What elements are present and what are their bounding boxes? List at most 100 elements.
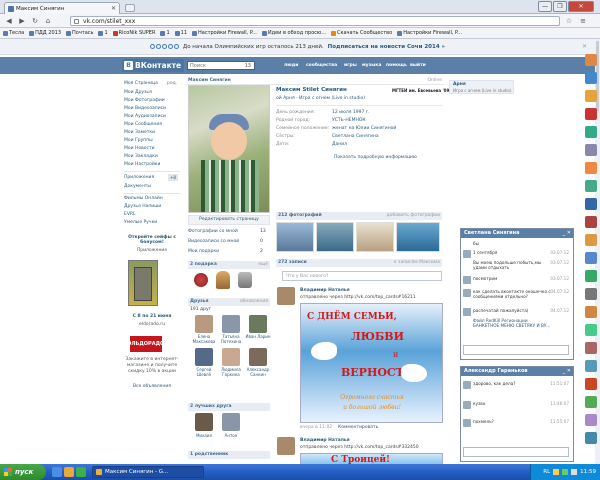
nav-music[interactable]: музыка [362, 63, 381, 68]
greeting-card-image[interactable]: С ДНЁМ СЕМЬИ, ЛЮБВИ и ВЕРНОСТИ! Огромног… [300, 303, 443, 423]
tray-icon[interactable] [562, 469, 569, 475]
gift-icon[interactable] [238, 272, 252, 288]
tab-close-icon[interactable]: ✕ [111, 5, 116, 12]
info-value[interactable]: женат на Юлии Синягиной [332, 126, 396, 131]
bookmark-item[interactable]: 1 [160, 30, 170, 36]
avatar[interactable] [463, 308, 471, 316]
friend-name[interactable]: Сергей Шевлё [191, 367, 217, 377]
menu-docs[interactable]: Документы [124, 184, 151, 189]
best-friends-header[interactable]: 2 лучших друга [188, 403, 270, 411]
dock-app-icon[interactable] [585, 252, 597, 264]
chat-window[interactable]: Александр Гараньков _ ✕ здорово, как дел… [460, 366, 574, 462]
dock-app-icon[interactable] [585, 144, 597, 156]
greeting-card-image[interactable]: С Троицей! [300, 453, 443, 464]
chat-input[interactable] [463, 345, 569, 355]
minimize-button[interactable]: — [538, 1, 552, 12]
dock-app-icon[interactable] [585, 306, 597, 318]
avatar[interactable] [463, 276, 471, 284]
menu-friends[interactable]: Мои Друзья [124, 90, 152, 95]
dock-app-icon[interactable] [585, 126, 597, 138]
dock-app-icon[interactable] [585, 414, 597, 426]
chat-attachment[interactable]: Файл RedKill Регионации БАНКЕТНОЕ МЕНЮ С… [463, 318, 571, 332]
info-value[interactable]: Данил [332, 142, 347, 147]
bookmark-item[interactable]: Настройки Firewall, P... [192, 30, 257, 36]
nav-groups[interactable]: сообщества [306, 63, 337, 68]
bookmark-item[interactable]: Настройки Firewall, P... [397, 30, 462, 36]
avatar[interactable] [463, 419, 471, 427]
bookmark-item[interactable]: Тесла [3, 30, 24, 36]
gifts-more-link[interactable]: ещё [258, 261, 268, 269]
menu-bookmarks[interactable]: Мои Закладки [124, 154, 158, 159]
ad-title[interactable]: Откройте сейфы с бонусом! [124, 235, 180, 245]
nav-logout[interactable]: выйти [410, 63, 426, 68]
dock-app-icon[interactable] [585, 198, 597, 210]
friend-avatar[interactable] [195, 315, 213, 333]
ad2-title[interactable]: С 8 по 21 июня [124, 314, 180, 319]
settings-wrench-icon[interactable]: ≡ [578, 16, 588, 26]
quicklaunch-icon[interactable] [64, 467, 74, 477]
dock-app-icon[interactable] [585, 72, 597, 84]
show-more-info-link[interactable]: Показать подробную информацию [334, 155, 417, 160]
friend-avatar[interactable] [249, 348, 267, 366]
ad2-logo[interactable]: ЭЛЬДОРАДО [128, 336, 164, 352]
apps-counter-badge[interactable]: +8 [168, 174, 178, 181]
friend-avatar[interactable] [249, 315, 267, 333]
dock-app-icon[interactable] [585, 162, 597, 174]
bookmark-item[interactable]: 1 [98, 30, 108, 36]
menu-app-item[interactable]: Друзья Напиши [124, 204, 161, 209]
wall-filter-link[interactable]: к записям Максима [394, 259, 440, 267]
quicklaunch-icon[interactable] [76, 467, 86, 477]
friends-updates-link[interactable]: обновления [240, 298, 268, 306]
browser-tab-active[interactable]: Максим Синягин ✕ [4, 2, 120, 14]
chat-controls-icon[interactable]: _ ✕ [563, 367, 571, 376]
forward-icon[interactable]: ▶ [17, 16, 27, 26]
dock-app-icon[interactable] [585, 378, 597, 390]
menu-messages[interactable]: Мои Сообщения [124, 122, 162, 127]
friend-avatar[interactable] [195, 348, 213, 366]
profile-status[interactable]: ой Арня - Игра с огнем (Live in studio) [276, 96, 365, 101]
menu-audio[interactable]: Мои Аудиозаписи [124, 114, 166, 119]
edit-page-button[interactable]: Редактировать страницу [188, 215, 270, 225]
post-author-avatar[interactable] [277, 287, 295, 305]
photo-thumb[interactable] [276, 222, 314, 252]
friend-avatar[interactable] [222, 413, 240, 431]
bookmark-star-icon[interactable]: ☆ [564, 16, 574, 26]
clock[interactable]: 11:59 [580, 469, 596, 475]
avatar[interactable] [463, 289, 471, 297]
chat-window[interactable]: Светлана Синягина _ ✕ бы 1 сентября 03.07… [460, 228, 574, 360]
all-ads-link[interactable]: Все объявления [124, 384, 180, 389]
comment-link[interactable]: Комментировать [338, 425, 378, 430]
photo-thumb[interactable] [316, 222, 354, 252]
dock-app-icon[interactable] [585, 324, 597, 336]
friend-name[interactable]: Елена Максакова [191, 334, 217, 344]
chat-input[interactable] [463, 447, 569, 457]
photo-thumb[interactable] [356, 222, 394, 252]
chat-title-bar[interactable]: Светлана Синягина _ ✕ [461, 229, 573, 238]
friend-avatar[interactable] [195, 413, 213, 431]
address-bar[interactable]: vk.com/stilet_xxx [70, 16, 560, 26]
menu-news[interactable]: Мои Новости [124, 146, 155, 151]
post-author[interactable]: Владимир Наталья [300, 288, 350, 293]
gift-icon[interactable] [216, 271, 230, 289]
post-source[interactable]: отправлено через http://vk.com/top_cards… [300, 295, 416, 300]
info-value[interactable]: УСТЬ-НЕМНОК [332, 118, 366, 123]
new-tab-button[interactable] [125, 4, 135, 12]
taskbar-window-item[interactable]: Максим Синягин - G... [92, 466, 204, 478]
back-icon[interactable]: ◀ [4, 16, 14, 26]
dock-app-icon[interactable] [585, 54, 597, 66]
menu-apps[interactable]: Приложения [124, 175, 154, 180]
close-window-button[interactable]: ✕ [568, 1, 594, 12]
info-value[interactable]: Светлана Синягина [332, 134, 379, 139]
dock-app-icon[interactable] [585, 108, 597, 120]
menu-app-item[interactable]: Фильмы Онлайн [124, 196, 163, 201]
nav-help[interactable]: помощь [386, 63, 407, 68]
profile-school[interactable]: МГТЕИ им. Евсевьева '09 [392, 88, 449, 93]
reload-icon[interactable]: ↻ [30, 16, 40, 26]
wall-post-input[interactable]: Что у Вас нового? [282, 271, 442, 281]
volume-icon[interactable] [571, 469, 578, 475]
ad-safe-image[interactable] [128, 260, 158, 306]
menu-photos[interactable]: Мои Фотографии [124, 98, 165, 103]
relatives-header[interactable]: 1 родственник [188, 451, 270, 459]
avatar[interactable] [463, 250, 471, 258]
bookmark-item[interactable]: 11 [174, 30, 187, 36]
